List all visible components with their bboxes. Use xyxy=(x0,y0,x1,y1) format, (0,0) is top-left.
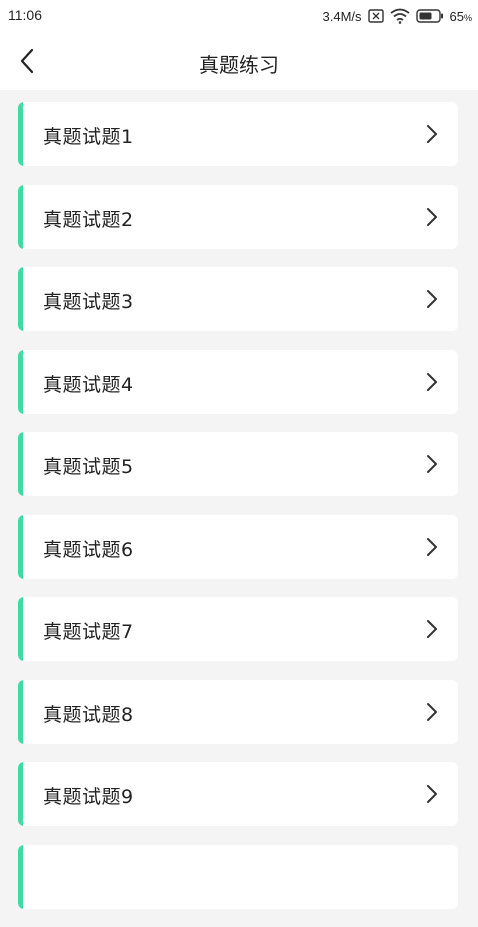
list-item[interactable]: 真题试题3 xyxy=(18,267,458,331)
list-item-label: 真题试题8 xyxy=(43,703,134,726)
status-bar: 11:06 3.4M/s 65% xyxy=(0,0,478,32)
list-item[interactable]: 真题试题1 xyxy=(18,102,458,166)
chevron-right-icon xyxy=(427,785,437,803)
sim-x-icon xyxy=(367,9,384,23)
chevron-right-icon xyxy=(427,290,437,308)
list-item-accent xyxy=(18,514,23,579)
status-time: 11:06 xyxy=(8,7,42,23)
list-item[interactable]: 真题试题9 xyxy=(18,762,458,826)
list-item[interactable] xyxy=(18,844,458,909)
chevron-right-icon xyxy=(427,372,437,391)
chevron-right-icon xyxy=(427,620,437,638)
nav-bar: 真题练习 xyxy=(0,32,478,90)
list-item-label: 真题试题3 xyxy=(43,291,134,313)
battery-percent: 65% xyxy=(450,9,472,24)
list-item-label: 真题试题9 xyxy=(43,786,134,808)
list-item-label: 真题试题2 xyxy=(43,208,134,231)
status-indicators: 3.4M/s 65% xyxy=(322,6,472,26)
list-item-accent xyxy=(18,184,23,249)
list-item[interactable]: 真题试题6 xyxy=(18,514,458,579)
list-item-accent xyxy=(18,679,23,744)
exam-list: 真题试题1 真题试题2 真题试题3 真题试题4 真题试题5 真题试题6 真题试题… xyxy=(18,102,458,927)
battery-percent-value: 65 xyxy=(449,8,464,24)
list-item-accent xyxy=(18,432,23,496)
list-item-accent xyxy=(18,762,23,826)
list-item[interactable]: 真题试题7 xyxy=(18,597,458,661)
chevron-right-icon xyxy=(427,455,437,473)
chevron-right-icon xyxy=(427,702,437,721)
list-item[interactable]: 真题试题8 xyxy=(18,679,458,744)
chevron-right-icon xyxy=(427,207,437,226)
list-item[interactable]: 真题试题5 xyxy=(18,432,458,496)
list-item-label: 真题试题7 xyxy=(43,621,134,643)
chevron-right-icon xyxy=(427,125,437,143)
list-item-accent xyxy=(18,267,23,331)
list-item[interactable]: 真题试题2 xyxy=(18,184,458,249)
list-item-label: 真题试题1 xyxy=(43,126,134,148)
list-item-label: 真题试题4 xyxy=(43,373,134,396)
page-title: 真题练习 xyxy=(199,53,279,77)
list-item-accent xyxy=(18,844,23,909)
list-item-accent xyxy=(18,349,23,414)
list-item-label: 真题试题6 xyxy=(43,538,134,561)
list-item-label: 真题试题5 xyxy=(43,456,134,478)
wifi-icon xyxy=(389,8,410,24)
list-item[interactable]: 真题试题4 xyxy=(18,349,458,414)
list-item-accent xyxy=(18,597,23,661)
chevron-right-icon xyxy=(427,537,437,556)
network-speed: 3.4M/s xyxy=(322,8,362,24)
battery-percent-unit: % xyxy=(463,12,472,23)
list-item-accent xyxy=(18,102,23,166)
battery-icon xyxy=(415,9,444,23)
